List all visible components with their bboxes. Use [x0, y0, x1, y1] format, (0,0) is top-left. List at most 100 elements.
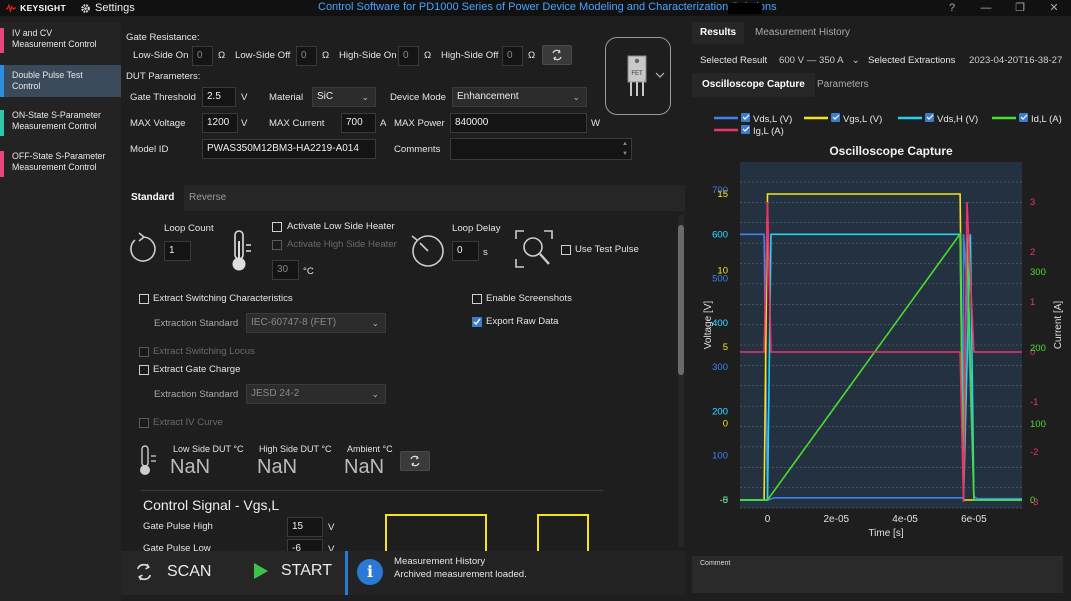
- left-nav: IV and CV Measurement Control Double Pul…: [0, 22, 121, 601]
- heater-temp-input[interactable]: 30: [272, 260, 299, 280]
- comments-input[interactable]: ▲ ▼: [450, 138, 632, 160]
- restore-button[interactable]: ❐: [1003, 0, 1037, 16]
- extraction-standard-select-2[interactable]: JESD 24-2 ⌄: [246, 384, 386, 404]
- scrollbar-thumb[interactable]: [678, 225, 684, 375]
- nav-item-iv-cv[interactable]: IV and CV Measurement Control: [0, 28, 121, 53]
- nav-item-on-state[interactable]: ON-State S-Parameter Measurement Control: [0, 110, 121, 136]
- y-axis-label-left: Voltage [V]: [703, 301, 714, 350]
- material-label: Material: [269, 92, 304, 103]
- close-button[interactable]: ✕: [1037, 0, 1071, 16]
- gate-pulse-high-input[interactable]: 15: [287, 517, 323, 537]
- refresh-temps-button[interactable]: [400, 451, 430, 471]
- y-tick-label-left: 15: [717, 189, 728, 200]
- tab-measurement-history[interactable]: Measurement History: [747, 22, 858, 44]
- loop-count-label: Loop Count: [164, 223, 214, 234]
- scan-icon: [136, 563, 152, 581]
- gate-pulse-low-input[interactable]: -6: [287, 539, 323, 551]
- extract-iv-checkbox[interactable]: [139, 418, 149, 428]
- x-tick-label: 0: [765, 514, 771, 525]
- device-mode-select[interactable]: Enhancement ⌄: [452, 87, 587, 107]
- comment-box[interactable]: Comment: [692, 556, 1063, 593]
- nav-accent-bar: [0, 28, 4, 53]
- swap-resistance-button[interactable]: [542, 45, 572, 65]
- extraction-standard-select-1[interactable]: IEC-60747-8 (FET) ⌄: [246, 313, 386, 333]
- activate-high-heater-checkbox[interactable]: [272, 240, 282, 250]
- nav-accent-bar: [0, 65, 4, 97]
- info-icon: i: [357, 559, 383, 585]
- device-mode-value: Enhancement: [457, 91, 519, 102]
- high-side-off-input[interactable]: 0: [502, 46, 523, 66]
- celsius-unit: °C: [303, 266, 314, 277]
- high-side-on-input[interactable]: 0: [398, 46, 419, 66]
- y-tick-label-right: 2: [1030, 247, 1035, 258]
- material-select[interactable]: SiC ⌄: [312, 87, 376, 107]
- amp-unit: A: [380, 118, 387, 129]
- thermometer-icon: [232, 230, 251, 271]
- gear-icon: [81, 3, 90, 13]
- tab-reverse[interactable]: Reverse: [179, 185, 236, 211]
- max-voltage-input[interactable]: 1200: [202, 113, 238, 133]
- fet-image-box[interactable]: FET: [605, 37, 671, 115]
- gate-threshold-input[interactable]: 2.5: [202, 87, 236, 107]
- loop-count-input[interactable]: 1: [164, 241, 191, 261]
- status-body: Archived measurement loaded.: [394, 569, 527, 580]
- extract-gate-charge-checkbox[interactable]: [139, 365, 149, 375]
- ohm-unit: Ω: [218, 50, 226, 61]
- content-scrollbar[interactable]: [678, 215, 684, 547]
- legend-checkbox: [741, 113, 750, 122]
- seconds-unit: s: [483, 247, 488, 258]
- selected-result-select[interactable]: 600 V — 350 A ⌄: [779, 55, 860, 66]
- extract-switching-checkbox[interactable]: [139, 294, 149, 304]
- loop-delay-input[interactable]: 0: [452, 241, 479, 261]
- action-bar: SCAN START i Measurement History Archive…: [121, 551, 685, 595]
- legend-label: Vgs,L (V): [843, 114, 882, 125]
- loop-icon: [130, 232, 156, 262]
- nav-item-label: Double Pulse Test Control: [12, 70, 83, 91]
- y-tick-label-left: 100: [712, 451, 728, 462]
- model-id-input[interactable]: PWAS350M12BM3-HA2219-A014: [202, 139, 376, 159]
- low-side-on-input[interactable]: 0: [192, 46, 213, 66]
- selected-extractions-value[interactable]: 2023-04-20T16-38-27: [969, 55, 1062, 66]
- gate-pulse-high-label: Gate Pulse High: [143, 521, 213, 532]
- chevron-down-icon: ⌄: [572, 92, 580, 102]
- extract-switching-label: Extract Switching Characteristics: [153, 293, 293, 304]
- use-test-pulse-checkbox[interactable]: [561, 245, 571, 255]
- nav-item-double-pulse[interactable]: Double Pulse Test Control: [0, 65, 121, 97]
- extract-locus-label: Extract Switching Locus: [153, 346, 255, 357]
- activate-low-heater-label: Activate Low Side Heater: [287, 221, 395, 232]
- keysight-wave-icon: [6, 3, 17, 13]
- low-side-off-input[interactable]: 0: [296, 46, 317, 66]
- gate-pulse-low-label: Gate Pulse Low: [143, 543, 211, 551]
- extraction-standard-label-1: Extraction Standard: [154, 318, 239, 329]
- extract-iv-label: Extract IV Curve: [153, 417, 223, 428]
- tab-parameters[interactable]: Parameters: [809, 73, 877, 97]
- minimize-button[interactable]: —: [969, 0, 1003, 16]
- tab-standard[interactable]: Standard: [121, 185, 185, 211]
- enable-screenshots-checkbox[interactable]: [472, 294, 482, 304]
- tab-results[interactable]: Results: [692, 22, 745, 44]
- max-voltage-label: MAX Voltage: [130, 118, 186, 129]
- plot-area: [740, 162, 1022, 508]
- enable-screenshots-label: Enable Screenshots: [486, 293, 572, 304]
- help-button[interactable]: ?: [935, 0, 969, 16]
- y-tick-label-left: 0: [723, 495, 728, 506]
- y-tick-label-right: -1: [1030, 397, 1038, 408]
- export-raw-checkbox[interactable]: [472, 317, 482, 327]
- nav-item-off-state[interactable]: OFF-State S-Parameter Measurement Contro…: [0, 151, 121, 177]
- y-tick-label-right: 1: [1030, 297, 1035, 308]
- oscilloscope-chart: Vds,L (V) Vgs,L (V) Vds,H (V) Id,L (A) Ig,L …: [692, 106, 1071, 568]
- tab-oscilloscope[interactable]: Oscilloscope Capture: [692, 73, 815, 97]
- chart-title: Oscilloscope Capture: [829, 144, 953, 158]
- activate-low-heater-checkbox[interactable]: [272, 222, 282, 232]
- material-value: SiC: [317, 91, 334, 102]
- extract-locus-checkbox[interactable]: [139, 347, 149, 357]
- start-button[interactable]: START: [253, 562, 332, 580]
- scan-button[interactable]: SCAN: [133, 562, 211, 582]
- title-bar: KEYSIGHT Settings Control Software for P…: [0, 0, 1071, 16]
- gate-pulse-preview: [385, 514, 589, 551]
- keysight-logo: KEYSIGHT: [0, 3, 66, 13]
- max-current-input[interactable]: 700: [341, 113, 376, 133]
- max-power-input[interactable]: 840000: [450, 113, 587, 133]
- settings-button[interactable]: Settings: [80, 2, 135, 14]
- legend-label: Vds,H (V): [937, 114, 978, 125]
